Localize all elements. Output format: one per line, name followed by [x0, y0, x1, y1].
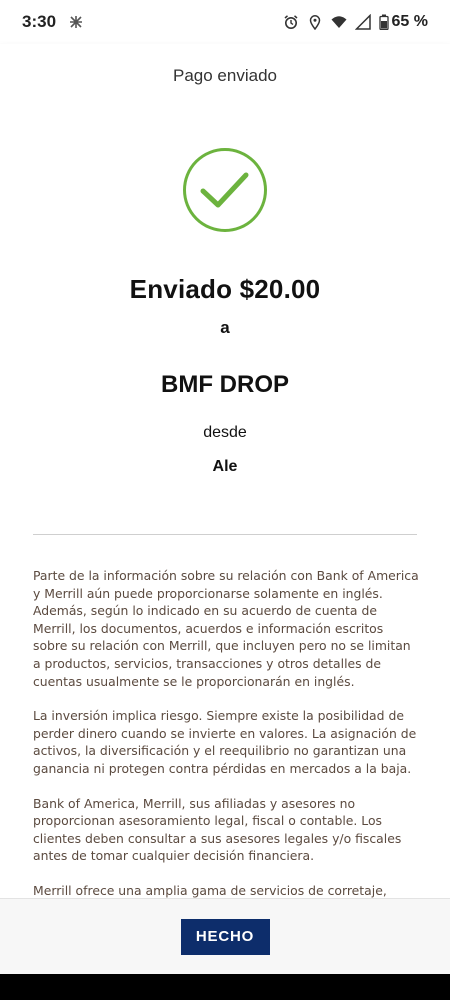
location-icon: [309, 15, 320, 30]
app-header: Pago enviado: [0, 44, 450, 108]
disclaimer-paragraph: Merrill ofrece una amplia gama de servic…: [33, 882, 387, 898]
wifi-icon: [331, 16, 347, 28]
disclaimer-paragraph: La inversión implica riesgo. Siempre exi…: [33, 708, 417, 776]
disclaimer-section: Parte de la información sobre su relació…: [33, 567, 421, 898]
from-label: desde: [203, 424, 247, 441]
disclaimer-paragraph: Bank of America, Merrill, sus afiliadas …: [33, 795, 402, 864]
footer-bar: HECHO: [0, 898, 450, 974]
status-right: 65 %: [283, 13, 428, 31]
system-nav-bar: [0, 974, 450, 1000]
disclaimer-paragraph: Parte de la información sobre su relació…: [33, 568, 419, 689]
battery-percentage: 65 %: [391, 13, 428, 30]
to-label: a: [220, 318, 230, 337]
done-button[interactable]: HECHO: [180, 918, 270, 955]
status-left: 3:30: [22, 12, 84, 32]
signal-icon: [354, 14, 371, 30]
status-bar: 3:30 65 %: [0, 0, 450, 44]
sent-amount: Enviado $20.00: [129, 274, 321, 304]
check-circle-icon: [183, 148, 267, 232]
recipient-name: BMF DROP: [161, 371, 289, 398]
status-time: 3:30: [22, 12, 57, 31]
battery-icon: [378, 14, 389, 30]
alarm-icon: [284, 15, 298, 29]
divider: [33, 534, 417, 535]
notification-icon: [70, 16, 83, 28]
sender-name: Ale: [212, 458, 238, 475]
confirmation-content[interactable]: Enviado $20.00 a BMF DROP desde Ale Part…: [0, 108, 450, 898]
page-title: Pago enviado: [173, 66, 277, 85]
